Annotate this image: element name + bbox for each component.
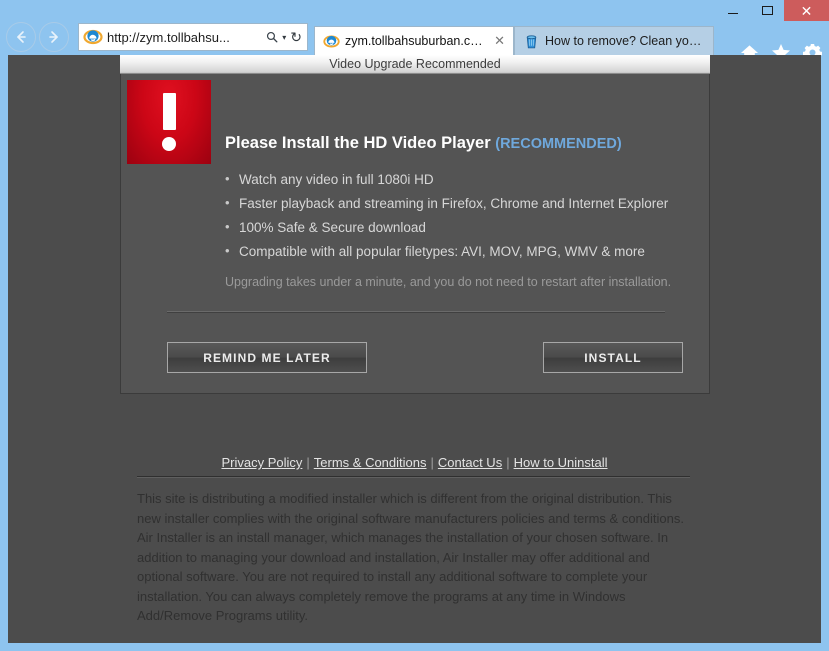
forward-arrow-icon [49,31,58,43]
close-icon: ✕ [800,2,813,19]
minimize-icon [728,13,738,14]
tab-label: zym.tollbahsuburban.com [345,34,487,48]
maximize-button[interactable] [750,0,784,21]
minimize-button[interactable] [716,0,750,21]
link-separator: | [430,455,434,470]
search-icon[interactable] [266,31,278,43]
trash-bin-icon [523,33,540,50]
forward-button[interactable] [39,22,69,52]
back-arrow-icon [17,31,26,43]
footer-divider [137,476,690,478]
link-terms-conditions[interactable]: Terms & Conditions [314,455,427,470]
remind-me-later-button[interactable]: REMIND ME LATER [167,342,367,373]
link-privacy-policy[interactable]: Privacy Policy [221,455,302,470]
refresh-icon[interactable]: ↻ [290,29,302,46]
exclamation-dot [162,137,176,151]
address-bar-icons: ▾ ↻ [266,29,302,46]
tab-active[interactable]: zym.tollbahsuburban.com ✕ [314,26,514,55]
dialog-title-bar: Video Upgrade Recommended [120,55,710,74]
headline-text: Please Install the HD Video Player [225,134,491,152]
disclaimer-text: This site is distributing a modified ins… [137,491,684,623]
link-contact-us[interactable]: Contact Us [438,455,502,470]
link-separator: | [506,455,510,470]
chevron-down-icon[interactable]: ▾ [282,33,286,42]
footer-links: Privacy Policy | Terms & Conditions | Contac… [8,455,821,470]
link-how-to-uninstall[interactable]: How to Uninstall [514,455,608,470]
link-separator: | [306,455,310,470]
dialog-body: Please Install the HD Video Player (RECO… [120,74,710,394]
list-item: Compatible with all popular filetypes: A… [225,243,695,259]
dialog-headline: Please Install the HD Video Player (RECO… [225,134,622,153]
tab-label: How to remove? Clean your co... [545,34,705,48]
navigation-row: http://zym.tollbahsu... ▾ ↻ zym.tollbahs… [0,19,829,62]
exclamation-bar [162,93,176,130]
dialog-divider [167,311,665,313]
address-input[interactable]: http://zym.tollbahsu... [107,30,266,45]
page-viewport: Video Upgrade Recommended Please Install… [8,55,821,643]
feature-list: Watch any video in full 1080i HD Faster … [225,171,695,268]
list-item: 100% Safe & Secure download [225,219,695,235]
ie-logo-icon [323,33,340,50]
title-bar: ✕ [0,0,829,21]
back-button[interactable] [6,22,36,52]
dialog-title: Video Upgrade Recommended [329,57,501,71]
exclamation-mark-icon [127,80,211,164]
maximize-icon [761,6,773,15]
list-item: Faster playback and streaming in Firefox… [225,195,695,211]
tab-close-icon[interactable]: ✕ [494,33,505,49]
tab-strip: zym.tollbahsuburban.com ✕ How to remove?… [314,19,714,55]
recommended-badge: (RECOMMENDED) [495,136,622,152]
window-controls: ✕ [716,0,829,21]
install-button[interactable]: INSTALL [543,342,683,373]
close-button[interactable]: ✕ [784,0,829,21]
browser-window: ✕ http://zym.tollbahsu... ▾ ↻ zym.tollba… [0,0,829,651]
tab-inactive[interactable]: How to remove? Clean your co... [514,26,714,55]
address-bar[interactable]: http://zym.tollbahsu... ▾ ↻ [78,23,308,51]
upgrade-dialog: Video Upgrade Recommended Please Install… [120,55,710,394]
dialog-subnote: Upgrading takes under a minute, and you … [225,275,672,289]
ie-logo-icon [83,28,103,46]
list-item: Watch any video in full 1080i HD [225,171,695,187]
